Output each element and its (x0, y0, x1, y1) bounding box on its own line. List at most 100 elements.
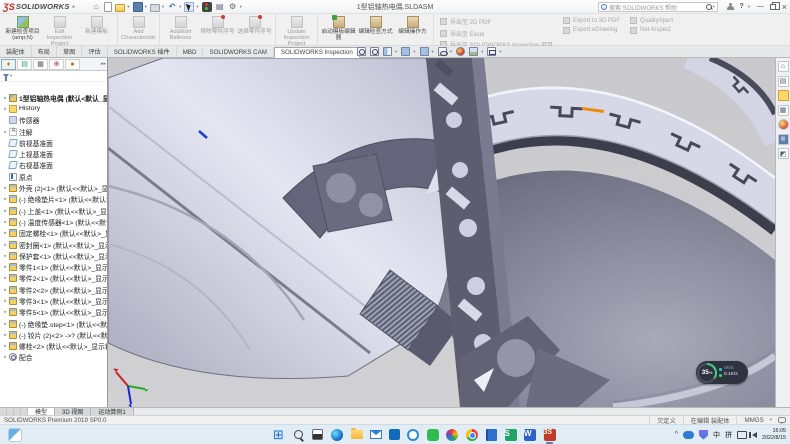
chrome-icon[interactable] (465, 428, 478, 441)
store-icon[interactable] (389, 429, 400, 440)
expand-arrow-icon[interactable]: ▸ (2, 230, 9, 236)
view-settings-icon[interactable] (487, 47, 496, 56)
tree-item-mates[interactable]: ▸配合 (0, 352, 107, 363)
tree-item-history[interactable]: ▸History (0, 103, 107, 114)
tree-filter-row[interactable]: ▾ (0, 71, 107, 82)
solidworks-app-icon[interactable]: 3S (543, 428, 556, 441)
tree-item-component[interactable]: ▸保护套<1> (默认<<默认>_显示状 (0, 250, 107, 261)
new-inspection-project-button[interactable]: 新建检查项目 (amp;N) (4, 15, 41, 45)
search-caret-icon[interactable]: ▾ (713, 4, 715, 10)
tab-scroll-button[interactable] (7, 408, 14, 415)
tree-item-component[interactable]: ▸(-) 铰片 (2)<2> ->? (默认<<默认> (0, 329, 107, 340)
view-palette-icon[interactable]: ▦ (778, 105, 789, 116)
display-manager-tab[interactable]: ● (65, 59, 80, 70)
minimize-button[interactable]: — (757, 3, 764, 10)
hide-show-items-icon[interactable] (438, 47, 447, 56)
zoom-area-icon[interactable] (370, 47, 379, 56)
tree-item-component[interactable]: ▸密封圈<1> (默认<<默认>_显示状 (0, 239, 107, 250)
home-icon[interactable]: ⌂ (91, 2, 101, 12)
security-shield-icon[interactable] (699, 430, 708, 440)
filter-caret-icon[interactable]: ▾ (10, 73, 12, 79)
3d-views-tab[interactable]: 3D 视图 (55, 408, 91, 415)
expand-arrow-icon[interactable]: ▸ (2, 208, 9, 214)
model-tab[interactable]: 模型 (28, 408, 55, 415)
forum-icon[interactable]: ◩ (778, 148, 789, 159)
custom-properties-icon[interactable]: ▥ (778, 134, 789, 145)
browser-circle-icon[interactable] (407, 428, 420, 441)
tree-item-component[interactable]: ▸(-) 上盖<1> (默认<<默认>_显示状 (0, 205, 107, 216)
tree-item-top-plane[interactable]: 上视基准面 (0, 148, 107, 159)
tab-evaluate[interactable]: 评估 (82, 46, 107, 58)
property-manager-tab[interactable]: ▤ (17, 59, 32, 70)
expand-arrow-icon[interactable]: ▸ (2, 196, 9, 202)
graphics-viewport[interactable]: 35% 0K/s 0.1K/s (108, 58, 775, 407)
feedback-balloon-icon[interactable] (778, 417, 786, 423)
tree-item-sensors[interactable]: 传感器 (0, 115, 107, 126)
user-account-icon[interactable] (727, 3, 734, 10)
ime-layout-indicator[interactable]: 拼 (725, 430, 732, 440)
view-orientation-icon[interactable] (401, 47, 410, 56)
help-icon[interactable]: ? (739, 3, 743, 10)
tree-item-origin[interactable]: 原点 (0, 171, 107, 182)
expand-arrow-icon[interactable]: ▸ (2, 219, 9, 225)
options-gear-icon[interactable]: ⚙ (228, 2, 238, 12)
expand-arrow-icon[interactable]: ▸ (2, 242, 9, 248)
tree-item-component[interactable]: ▸固定螺栓<1> (默认<<默认>_显示 (0, 228, 107, 239)
expand-arrow-icon[interactable]: ▸ (2, 275, 9, 281)
file-properties-icon[interactable]: ▤ (215, 2, 225, 12)
onedrive-icon[interactable] (683, 431, 694, 439)
expand-arrow-icon[interactable]: ▸ (2, 298, 9, 304)
select-cursor-icon[interactable] (184, 2, 194, 12)
appearances-icon[interactable] (778, 119, 789, 130)
zoom-fit-icon[interactable] (357, 47, 366, 56)
edit-operation-button[interactable]: 编辑操作方 (394, 15, 431, 45)
logo-flyout-arrow-icon[interactable]: ▸ (73, 4, 76, 10)
tray-overflow-icon[interactable]: ^ (675, 431, 678, 438)
tree-item-right-plane[interactable]: 右视基准面 (0, 160, 107, 171)
tab-scroll-button[interactable] (14, 408, 21, 415)
tab-solidworks-inspection[interactable]: SOLIDWORKS Inspection (274, 47, 360, 59)
start-icon[interactable]: ⊞ (272, 428, 285, 441)
open-icon[interactable] (115, 4, 125, 12)
tree-item-component[interactable]: ▸零件2<2> (默认<<默认>_显示状态 (0, 284, 107, 295)
task-view-icon[interactable] (311, 428, 324, 441)
print-icon[interactable] (150, 4, 160, 12)
tree-item-component[interactable]: ▸零件2<1> (默认<<默认>_显示状态 (0, 273, 107, 284)
tree-item-component[interactable]: ▸(-) 绝缘垫片<1> (默认<<默认>_显 (0, 194, 107, 205)
tree-item-component[interactable]: ▸零件5<1> (默认<<默认>_显示状态 (0, 307, 107, 318)
edit-appearance-icon[interactable] (456, 47, 465, 56)
expand-arrow-icon[interactable]: ▸ (2, 264, 9, 270)
expand-arrow-icon[interactable]: ▸ (2, 354, 9, 360)
save-caret-icon[interactable]: ▾ (145, 4, 147, 10)
tree-item-component[interactable]: ▸外壳 (2)<1> (默认<<默认>_显示状 (0, 182, 107, 193)
save-icon[interactable] (133, 2, 143, 12)
section-view-icon[interactable] (383, 47, 392, 56)
new-document-icon[interactable] (104, 2, 112, 12)
apply-scene-icon[interactable] (469, 47, 478, 56)
model-canvas[interactable] (108, 58, 775, 407)
tab-layout[interactable]: 布局 (32, 46, 57, 58)
tab-sketch[interactable]: 草图 (57, 46, 82, 58)
rainbow-browser-icon[interactable] (446, 428, 459, 441)
units-caret-icon[interactable]: ▾ (770, 417, 772, 423)
tree-item-component[interactable]: ▸螺栓<2> (默认<<默认>_显示状态 (0, 341, 107, 352)
restore-button[interactable] (770, 4, 776, 10)
tab-addins[interactable]: SOLIDWORKS 插件 (108, 46, 177, 58)
blue-book-app-icon[interactable] (485, 428, 498, 441)
motion-study-tab[interactable]: 运动算例1 (91, 408, 133, 415)
green-s-app-icon[interactable]: S (504, 428, 517, 441)
taskbar-clock[interactable]: 16:05 2022/8/15 (762, 428, 786, 442)
select-caret-icon[interactable]: ▾ (196, 4, 198, 10)
display-tray-icon[interactable] (737, 431, 747, 439)
tree-item-annotations[interactable]: ▸注解 (0, 126, 107, 137)
tab-solidworks-cam[interactable]: SOLIDWORKS CAM (203, 48, 273, 58)
panel-tab-overflow-icon[interactable]: ▸▸ (101, 61, 106, 67)
print-caret-icon[interactable]: ▾ (162, 4, 164, 10)
expand-arrow-icon[interactable]: ▸ (2, 129, 9, 135)
search-icon[interactable] (292, 428, 305, 441)
speaker-icon[interactable] (752, 432, 757, 438)
accelerator-ball-widget[interactable]: 35% 0K/s 0.1K/s (696, 361, 748, 384)
configuration-manager-tab[interactable]: ▦ (33, 59, 48, 70)
search-icon[interactable] (706, 4, 712, 10)
help-caret-icon[interactable]: ▾ (748, 4, 750, 10)
